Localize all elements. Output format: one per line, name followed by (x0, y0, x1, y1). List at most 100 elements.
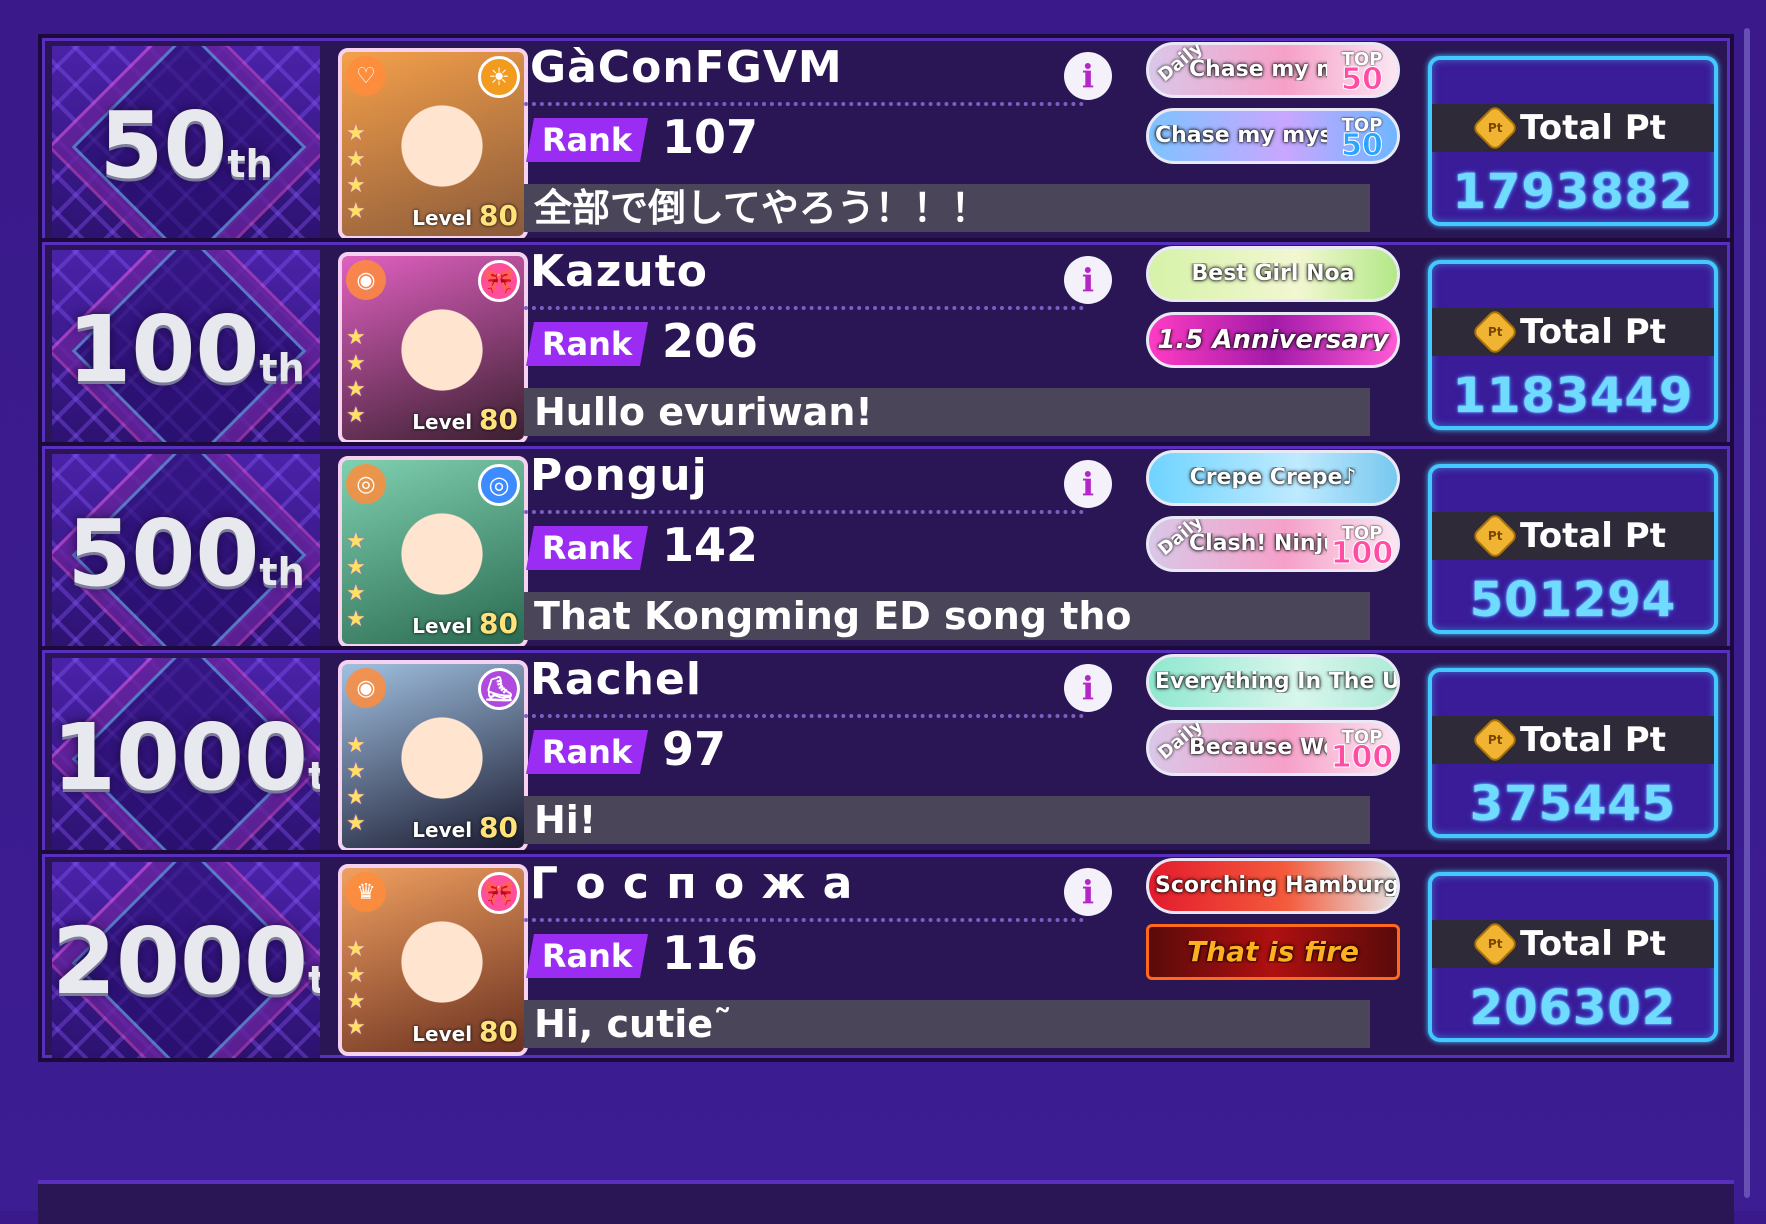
leaderboard-row[interactable]: 2000th ♛ 🎀 ★★★★ Level 80 Г о с п о ж а i… (38, 850, 1734, 1062)
title-name: Chase my mysterious cute creature (1189, 59, 1327, 81)
info-icon[interactable]: i (1064, 664, 1112, 712)
total-points-label: Total Pt (1520, 312, 1666, 352)
shoe-icon: ⛸ (478, 668, 520, 710)
event-point-coin-icon: Pt (1473, 514, 1517, 558)
total-points-label: Total Pt (1520, 720, 1666, 760)
title-badge[interactable]: DailyChase my mysterious cute creatureTO… (1146, 42, 1400, 98)
title-name: Best Girl Noa (1191, 263, 1355, 285)
event-point-coin-icon: Pt (1473, 922, 1517, 966)
rarity-star-icon: ★ (346, 963, 366, 988)
total-points-header: Pt Total Pt (1432, 716, 1714, 764)
total-points-value: 375445 (1469, 776, 1677, 832)
total-points-header: Pt Total Pt (1432, 920, 1714, 968)
top-value: 100 (1330, 740, 1394, 775)
total-points-panel: Pt Total Pt 501294 (1428, 464, 1718, 634)
title-badge[interactable]: 1.5 Anniversary (1146, 312, 1400, 368)
placement-text: 2000th (52, 912, 320, 1030)
player-rank-value: 97 (662, 722, 727, 776)
rank-label: Rank (526, 526, 648, 570)
placement-number: 100 (67, 296, 260, 403)
info-icon[interactable]: i (1064, 460, 1112, 508)
rank-label: Rank (526, 934, 648, 978)
member-card[interactable]: ◎ ◎ ★ ★ ★ ★ Level 80 (338, 456, 528, 648)
dotted-divider (524, 102, 1084, 106)
member-card[interactable]: ♡ ☀ ★ ★ ★ ★ Level 80 (338, 48, 528, 240)
leaderboard-row[interactable]: 50th ♡ ☀ ★ ★ ★ ★ Level 80 GàConFGVM i Rank … (38, 34, 1734, 246)
spiral-icon: ◉ (346, 260, 386, 300)
info-icon[interactable]: i (1064, 868, 1112, 916)
title-name: That is fire (1187, 941, 1359, 963)
rarity-star-icon: ★ (346, 351, 366, 376)
rarity-star-icon: ★ (346, 121, 366, 146)
title-badge[interactable]: Scorching Hamburger (1146, 858, 1400, 914)
member-card[interactable]: ♛ 🎀 ★ ★ ★ ★ Level 80 (338, 864, 528, 1056)
player-comment: Hi! (524, 796, 1370, 844)
dotted-divider (524, 510, 1084, 514)
total-points-value: 206302 (1469, 980, 1677, 1036)
level-label: Level (412, 206, 473, 230)
total-points-panel: Pt Total Pt 375445 (1428, 668, 1718, 838)
info-icon[interactable]: i (1064, 52, 1112, 100)
ribbon-icon: 🎀 (478, 872, 520, 914)
placement-badge: 2000th (52, 862, 320, 1058)
spiral-icon: ◉ (346, 668, 386, 708)
title-badge[interactable]: Crepe Crepe♪ (1146, 450, 1400, 506)
leaderboard-row[interactable]: 1000th ◉ ⛸ ★★★★ Level 80 Rachel i Rank 9… (38, 646, 1734, 858)
player-name: Kazuto (530, 246, 708, 297)
ribbon-icon: 🎀 (478, 260, 520, 302)
level-value: 80 (479, 403, 518, 436)
title-badge[interactable]: Chase my mysterious cute creatureTOP50 (1146, 108, 1400, 164)
rarity-star-icon: ★ (346, 403, 366, 428)
rarity-star-icon: ★ (346, 733, 366, 758)
title-badge[interactable]: Everything In The Universe (1146, 654, 1400, 710)
title-name: Clash! Ninjutsu Battle Kunoichi! (1189, 533, 1327, 555)
rarity-star-icon: ★ (346, 811, 366, 836)
member-card[interactable]: ◉ 🎀 ★ ★ ★ ★ Level 80 (338, 252, 528, 444)
level-value: 80 (479, 811, 518, 844)
character-portrait (382, 500, 502, 620)
rarity-star-icon: ★ (346, 199, 366, 224)
event-point-coin-icon: Pt (1473, 310, 1517, 354)
title-badge[interactable]: DailyClash! Ninjutsu Battle Kunoichi!TOP… (1146, 516, 1400, 572)
swirl-icon: ◎ (478, 464, 520, 506)
title-name: 1.5 Anniversary (1157, 329, 1389, 351)
placement-suffix: th (308, 958, 320, 1002)
scrollbar[interactable] (1744, 28, 1750, 1198)
rarity-star-icon: ★ (346, 377, 366, 402)
level-value: 80 (479, 1015, 518, 1048)
placement-suffix: th (308, 754, 320, 798)
placement-number: 2000 (52, 908, 309, 1015)
player-name: Rachel (530, 654, 702, 705)
placement-badge: 50th (52, 46, 320, 242)
title-badge[interactable]: Best Girl Noa (1146, 246, 1400, 302)
member-card[interactable]: ◉ ⛸ ★ ★ ★ ★ Level 80 (338, 660, 528, 852)
placement-number: 500 (67, 500, 260, 607)
placement-suffix: th (259, 346, 305, 390)
top-value: 50 (1341, 128, 1384, 163)
title-name: Scorching Hamburger (1155, 875, 1397, 897)
total-points-label: Total Pt (1520, 924, 1666, 964)
total-points-value: 1793882 (1452, 164, 1694, 220)
player-comment: That Kongming ED song tho (524, 592, 1370, 640)
rarity-star-icon: ★ (346, 937, 366, 962)
leaderboard-row[interactable]: 100th ◉ 🎀 ★ ★ ★ ★ Level 80 Kazuto i Rank 20… (38, 238, 1734, 450)
title-badge[interactable]: That is fire (1146, 924, 1400, 980)
dotted-divider (524, 918, 1084, 922)
event-point-coin-icon: Pt (1473, 718, 1517, 762)
rarity-star-icon: ★ (346, 581, 366, 606)
title-badge[interactable]: DailyBecause We Can't Play It AloneTOP10… (1146, 720, 1400, 776)
player-rank-value: 116 (662, 926, 759, 980)
total-points-label: Total Pt (1520, 516, 1666, 556)
placement-text: 1000th (52, 708, 320, 826)
level-label: Level (412, 410, 473, 434)
level-label: Level (412, 1022, 473, 1046)
player-name: Г о с п о ж а (530, 858, 854, 909)
info-icon[interactable]: i (1064, 256, 1112, 304)
level-label: Level (412, 614, 473, 638)
placement-suffix: th (227, 142, 273, 186)
rank-label: Rank (526, 730, 648, 774)
placement-badge: 1000th (52, 658, 320, 854)
player-rank-value: 107 (662, 110, 759, 164)
placement-suffix: th (259, 550, 305, 594)
leaderboard-row[interactable]: 500th ◎ ◎ ★ ★ ★ ★ Level 80 Ponguj i Rank 14… (38, 442, 1734, 654)
